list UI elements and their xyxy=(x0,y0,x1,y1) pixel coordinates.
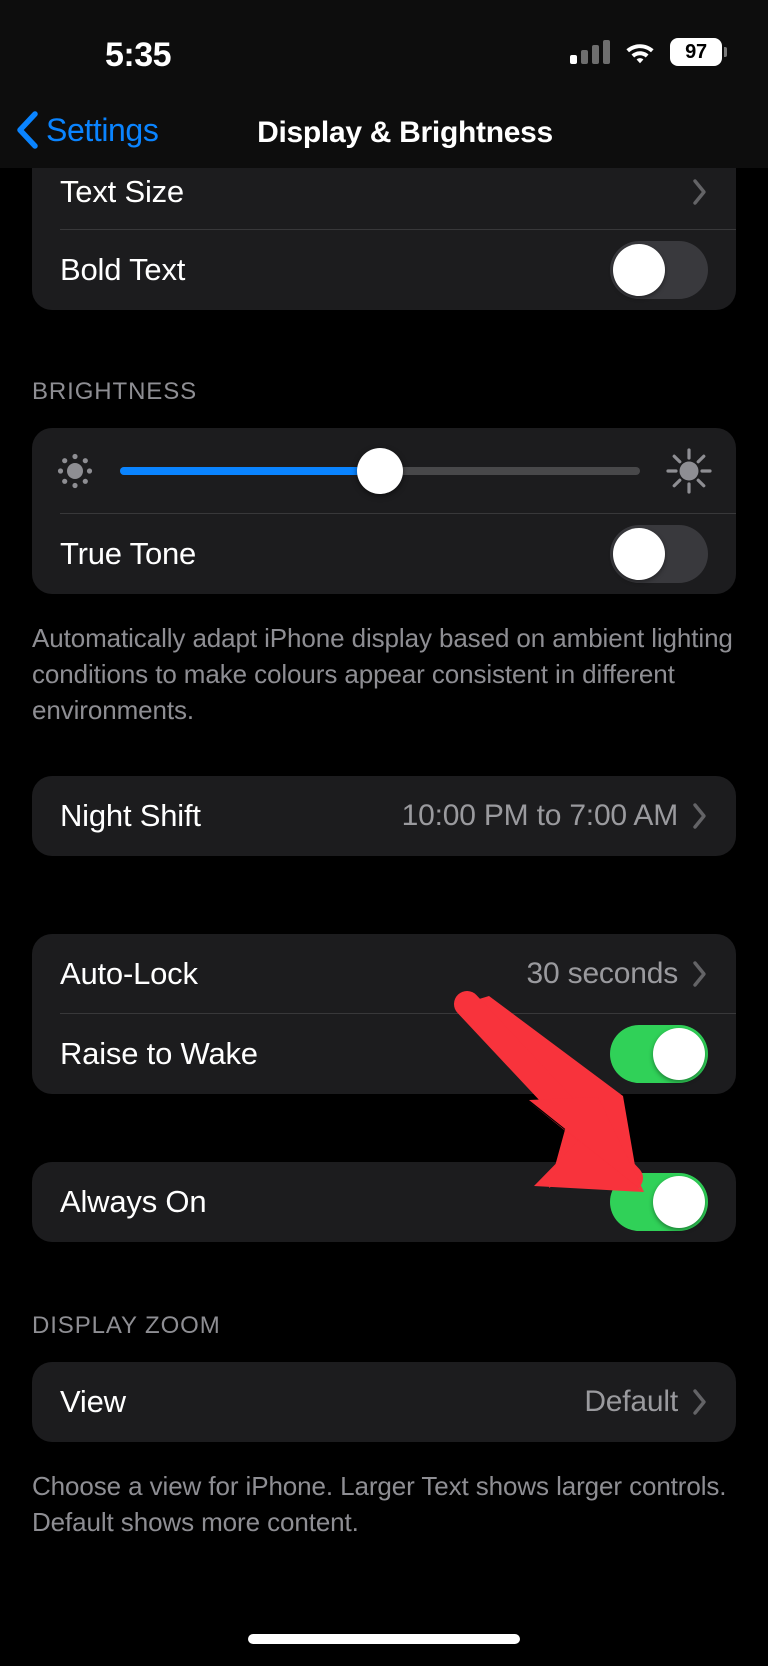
display-zoom-section-header: DISPLAY ZOOM xyxy=(32,1312,221,1339)
row-night-shift[interactable]: Night Shift 10:00 PM to 7:00 AM xyxy=(32,776,736,856)
raise-to-wake-toggle[interactable] xyxy=(610,1025,708,1083)
row-bold-text-label: Bold Text xyxy=(60,252,186,287)
brightness-slider-knob[interactable] xyxy=(357,448,403,494)
page-title: Display & Brightness xyxy=(257,116,553,149)
row-night-shift-value: 10:00 PM to 7:00 AM xyxy=(401,799,679,832)
brightness-section-header: BRIGHTNESS xyxy=(32,378,198,405)
toggle-knob xyxy=(653,1176,705,1228)
bold-text-toggle[interactable] xyxy=(610,241,708,299)
toggle-knob xyxy=(613,528,665,580)
always-on-toggle[interactable] xyxy=(610,1173,708,1231)
row-raise-to-wake-label: Raise to Wake xyxy=(60,1036,258,1071)
row-always-on[interactable]: Always On xyxy=(32,1162,736,1242)
toggle-knob xyxy=(653,1028,705,1080)
row-night-shift-accessory: 10:00 PM to 7:00 AM xyxy=(402,799,708,833)
auto-lock-card: Auto-Lock 30 seconds Raise to Wake xyxy=(32,934,736,1094)
text-settings-card: Text Size Bold Text xyxy=(32,168,736,310)
row-auto-lock-value: 30 seconds xyxy=(526,957,679,990)
row-raise-to-wake[interactable]: Raise to Wake xyxy=(32,1014,736,1094)
row-text-size[interactable]: Text Size xyxy=(32,168,736,230)
row-auto-lock-accessory: 30 seconds xyxy=(527,957,708,991)
wifi-icon xyxy=(626,44,654,64)
row-view[interactable]: View Default xyxy=(32,1362,736,1442)
row-text-size-label: Text Size xyxy=(60,174,184,209)
brightness-slider-track[interactable] xyxy=(120,448,640,494)
battery-icon: 97 xyxy=(670,38,727,66)
row-view-value: Default xyxy=(584,1385,678,1418)
true-tone-footer-text: Automatically adapt iPhone display based… xyxy=(32,623,733,725)
sun-large-icon xyxy=(666,448,712,494)
battery-percent-label: 97 xyxy=(685,41,707,63)
row-view-accessory: Default xyxy=(584,1385,708,1419)
true-tone-toggle[interactable] xyxy=(610,525,708,583)
night-shift-card: Night Shift 10:00 PM to 7:00 AM xyxy=(32,776,736,856)
chevron-right-icon xyxy=(693,1389,706,1415)
row-auto-lock-label: Auto-Lock xyxy=(60,956,198,991)
status-bar: 5:35 97 xyxy=(0,0,768,96)
row-view-label: View xyxy=(60,1384,126,1419)
settings-scroll-view[interactable]: Text Size Bold Text BRIGHTNESS True Tone… xyxy=(0,168,768,1666)
status-bar-indicators: 97 xyxy=(570,36,727,68)
always-on-card: Always On xyxy=(32,1162,736,1242)
home-indicator xyxy=(248,1634,520,1644)
display-zoom-footer-text: Choose a view for iPhone. Larger Text sh… xyxy=(32,1471,727,1537)
row-always-on-label: Always On xyxy=(60,1184,207,1219)
sun-small-icon xyxy=(57,453,93,489)
row-true-tone-label: True Tone xyxy=(60,536,197,571)
row-auto-lock[interactable]: Auto-Lock 30 seconds xyxy=(32,934,736,1014)
cellular-signal-icon xyxy=(570,40,610,64)
toggle-knob xyxy=(613,244,665,296)
navigation-bar: Settings Display & Brightness xyxy=(0,96,768,168)
brightness-slider-row[interactable] xyxy=(32,428,736,514)
row-true-tone[interactable]: True Tone xyxy=(32,514,736,594)
status-bar-time: 5:35 xyxy=(105,36,172,74)
brightness-card: True Tone xyxy=(32,428,736,594)
brightness-slider-fill xyxy=(120,467,380,475)
display-zoom-card: View Default xyxy=(32,1362,736,1442)
row-text-size-accessory xyxy=(692,178,708,206)
chevron-right-icon xyxy=(693,179,706,205)
row-night-shift-label: Night Shift xyxy=(60,798,201,833)
chevron-right-icon xyxy=(693,803,706,829)
chevron-right-icon xyxy=(693,961,706,987)
row-bold-text[interactable]: Bold Text xyxy=(32,230,736,310)
